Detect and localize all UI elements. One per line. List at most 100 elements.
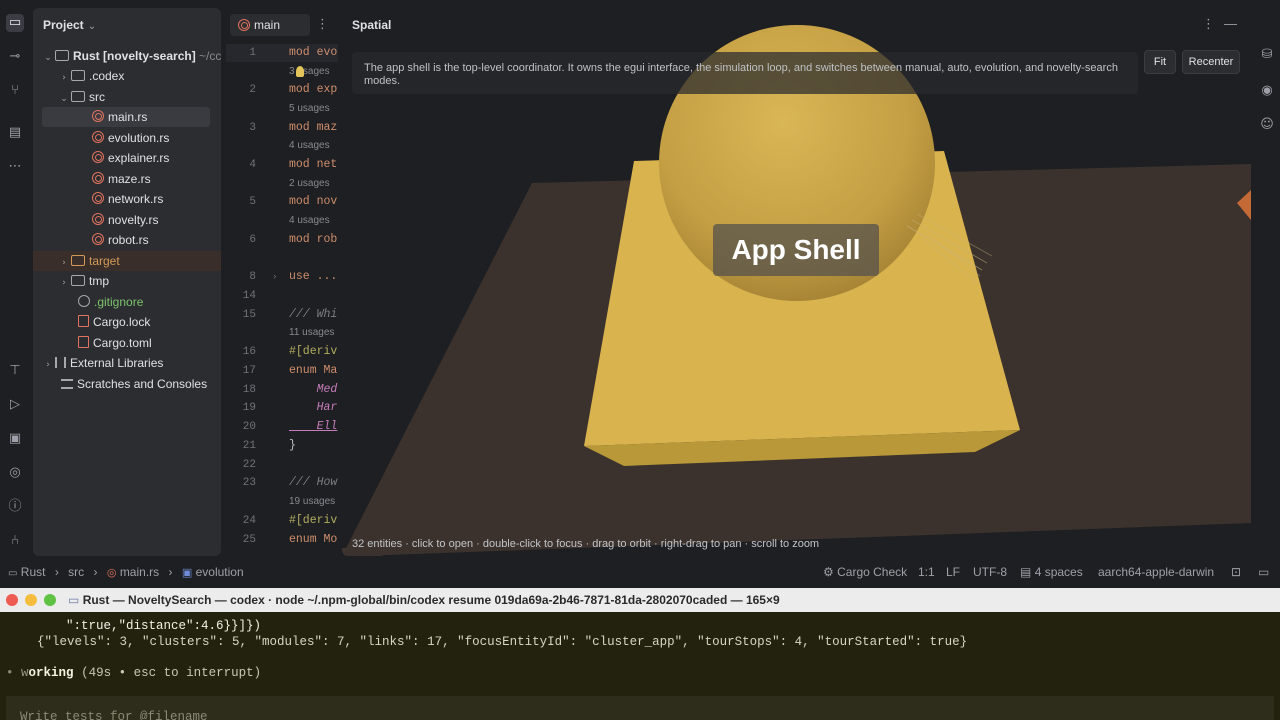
status-bar: ▭ Rust › src › ◎ main.rs › ▣ evolution ⚙… (0, 561, 1280, 583)
terminal-output-line: {"levels": 3, "clusters": 5, "modules": … (37, 635, 968, 649)
commit-icon[interactable]: ⊸ (6, 48, 24, 66)
scratches-icon (61, 379, 73, 389)
terminal-icon[interactable]: ▣ (6, 430, 24, 448)
structure-icon[interactable]: ▤ (6, 124, 24, 142)
usage-hint[interactable]: 4 usages (289, 214, 330, 228)
code-line[interactable]: 2 mod exp (226, 81, 338, 99)
library-icon (55, 357, 66, 368)
more-icon[interactable]: ⋯ (6, 158, 24, 176)
spatial-panel: Spatial ⋮ — The app shell is the top-lev… (342, 8, 1251, 556)
problems-icon[interactable]: ⓘ (6, 498, 24, 516)
breadcrumb-file[interactable]: main.rs (120, 565, 159, 579)
ignore-file-icon (78, 295, 90, 307)
right-tool-strip: ⛁ ◉ ☺ (1254, 0, 1280, 560)
prompt-input-area[interactable]: Write tests for @filename (6, 696, 1274, 720)
caret-position[interactable]: 1:1 (918, 561, 935, 583)
notifications-icon[interactable]: ▭ (1258, 561, 1269, 583)
code-line[interactable]: 15/// Whi (226, 306, 338, 324)
lightbulb-icon[interactable] (296, 66, 304, 77)
run-icon[interactable]: ▷ (6, 396, 24, 414)
breadcrumb-src[interactable]: src (68, 565, 84, 579)
close-icon[interactable] (6, 594, 18, 606)
code-line[interactable]: 25 enum Mo (226, 531, 338, 549)
usage-hint[interactable]: 5 usages (289, 102, 330, 116)
code-line[interactable]: 6 mod rob (226, 231, 338, 249)
project-panel-title[interactable]: Project ⌄ (43, 18, 96, 32)
breadcrumb: ▭ Rust › src › ◎ main.rs › ▣ evolution (8, 561, 244, 585)
ai-assistant-icon[interactable]: ◉ (1258, 82, 1276, 100)
tree-item-explainer-rs[interactable]: explainer.rs (33, 148, 221, 168)
line-ending[interactable]: LF (946, 561, 960, 583)
code-line[interactable]: 19 Har (226, 399, 338, 417)
tree-root[interactable]: ⌄ Rust [novelty-search] ~/cc (33, 46, 221, 66)
file-encoding[interactable]: UTF-8 (973, 561, 1007, 583)
lock-icon[interactable]: ⊡ (1231, 561, 1241, 583)
tree-item-tmp[interactable]: › tmp (33, 271, 221, 291)
git-icon[interactable]: ⑃ (6, 532, 24, 550)
usage-hint[interactable]: 2 usages (289, 177, 330, 191)
code-line[interactable]: 22 (226, 456, 338, 474)
cargo-check-widget[interactable]: ⚙ Cargo Check (823, 561, 907, 583)
tree-item-codex[interactable]: › .codex (33, 66, 221, 86)
code-line[interactable]: 3 mod maz (226, 119, 338, 137)
tree-item-scratches[interactable]: Scratches and Consoles (33, 374, 221, 394)
pull-request-icon[interactable]: ⑂ (6, 82, 24, 100)
tree-item-external-libraries[interactable]: › External Libraries (33, 353, 221, 373)
breadcrumb-root[interactable]: Rust (21, 565, 46, 579)
build-icon[interactable]: ⊤ (6, 362, 24, 380)
tree-item-cargo-toml[interactable]: Cargo.toml (33, 333, 221, 353)
tree-item-evolution-rs[interactable]: evolution.rs (33, 128, 221, 148)
code-line[interactable]: 20 Ell (226, 418, 338, 436)
code-line[interactable]: 8 › use ... (226, 268, 338, 286)
chevron-right-icon: › (93, 565, 98, 579)
tree-item-src[interactable]: ⌄ src (33, 87, 221, 107)
tree-item-robot-rs[interactable]: robot.rs (33, 230, 221, 250)
rust-file-icon: ◎ (106, 567, 117, 579)
code-line[interactable]: 18 Med (226, 381, 338, 399)
code-line[interactable]: 24 #[deriv (226, 512, 338, 530)
code-line[interactable]: 5 mod nov (226, 193, 338, 211)
folder-icon[interactable]: ▭ (6, 14, 24, 32)
code-line[interactable]: 17 enum Ma (226, 362, 338, 380)
plugin-icon[interactable]: ☺ (1258, 116, 1276, 134)
tree-item-target[interactable]: › target (33, 251, 221, 271)
services-icon[interactable]: ◎ (6, 464, 24, 482)
indent-widget[interactable]: ▤ 4 spaces (1020, 561, 1083, 583)
chevron-right-icon: › (54, 565, 59, 579)
code-line[interactable]: 14 (226, 287, 338, 305)
fit-button[interactable]: Fit (1144, 50, 1176, 74)
code-line[interactable]: 16 #[deriv (226, 343, 338, 361)
recenter-button[interactable]: Recenter (1182, 50, 1240, 74)
rust-file-icon (92, 192, 104, 204)
code-line[interactable]: 23/// How (226, 474, 338, 492)
spatial-panel-title: Spatial (352, 18, 392, 32)
chevron-right-icon: › (168, 565, 173, 579)
minimize-icon[interactable] (25, 594, 37, 606)
usage-hint[interactable]: 19 usages (289, 495, 335, 509)
minimize-icon[interactable]: — (1224, 16, 1237, 31)
kebab-menu-icon[interactable]: ⋮ (316, 16, 329, 32)
usage-hint[interactable]: 4 usages (289, 139, 330, 153)
kebab-menu-icon[interactable]: ⋮ (1202, 16, 1215, 32)
tab-main-rs[interactable]: main (230, 14, 310, 36)
spatial-hint: 32 entities · click to open · double-cli… (352, 538, 820, 550)
chevron-right-icon: › (62, 258, 66, 268)
tree-item-maze-rs[interactable]: maze.rs (33, 169, 221, 189)
breadcrumb-symbol[interactable]: evolution (196, 565, 244, 579)
database-icon[interactable]: ⛁ (1258, 46, 1276, 64)
terminal-title: ▭ Rust — NoveltySearch — codex · node ~/… (68, 593, 780, 607)
tree-item-cargo-lock[interactable]: Cargo.lock (33, 312, 221, 332)
chevron-down-icon: ⌄ (60, 94, 68, 104)
code-line[interactable]: 21} (226, 437, 338, 455)
fold-arrow-icon[interactable]: › (272, 268, 277, 286)
usage-hint[interactable]: 11 usages (289, 326, 334, 340)
maximize-icon[interactable] (44, 594, 56, 606)
entity-description: The app shell is the top-level coordinat… (352, 52, 1138, 94)
tree-item-novelty-rs[interactable]: novelty.rs (33, 210, 221, 230)
code-line[interactable]: 1 mod evo (226, 44, 338, 62)
target-triple[interactable]: aarch64-apple-darwin (1098, 561, 1214, 583)
tree-item-main-rs[interactable]: main.rs (42, 107, 210, 127)
tree-item-network-rs[interactable]: network.rs (33, 189, 221, 209)
tree-item-gitignore[interactable]: .gitignore (33, 292, 221, 312)
code-line[interactable]: 4 mod net (226, 156, 338, 174)
